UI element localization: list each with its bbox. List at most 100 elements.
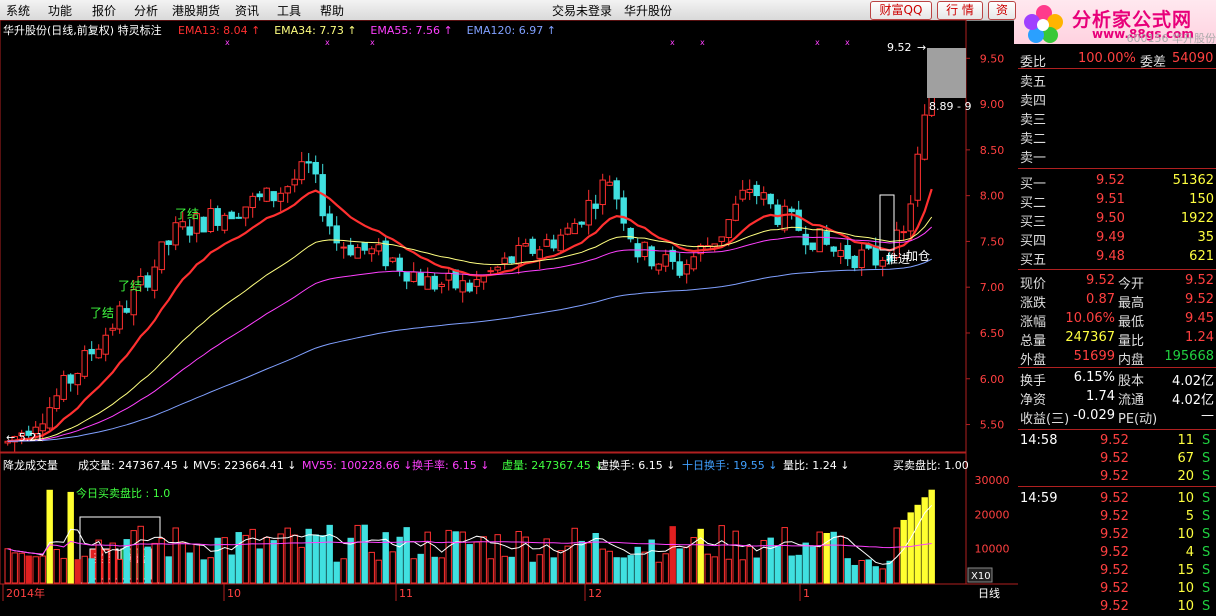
volume-bar — [137, 525, 144, 584]
menu-item-2[interactable]: 报价 — [92, 2, 116, 19]
volume-bar — [508, 556, 515, 584]
hangqing-button[interactable]: 行 情 — [937, 1, 983, 20]
volume-bar — [410, 558, 417, 584]
sell-label-3: 卖二 — [1020, 132, 1047, 147]
volume-bar — [620, 557, 627, 584]
buy-level-0: 买一 9.52 51362 — [1018, 172, 1216, 192]
stat-label-a: 涨幅 — [1020, 315, 1047, 330]
volume-bar — [606, 550, 613, 584]
candle-body — [508, 256, 515, 264]
stat-row-7: 收益(三) -0.029 PE(动) — — [1018, 407, 1216, 427]
candle-body — [249, 195, 256, 209]
tick-row-7: 9.52 15 S — [1018, 562, 1216, 580]
tick-row-6: 9.52 4 S — [1018, 544, 1216, 562]
candle-body — [788, 208, 795, 213]
candle-body — [130, 289, 137, 316]
stat-value-a: 9.52 — [1086, 273, 1115, 288]
volume-bar — [242, 534, 249, 584]
volume-bar — [459, 531, 466, 584]
volume-bar — [25, 555, 32, 584]
period-label[interactable]: 日线 — [978, 586, 1000, 600]
volume-bar — [837, 535, 844, 584]
menu-item-7[interactable]: 帮助 — [320, 2, 344, 19]
tick-volume: 10 — [1177, 527, 1194, 542]
volume-bar — [4, 548, 11, 584]
liaojie-annotation: 了结 — [118, 279, 142, 293]
zixun-button[interactable]: 资 — [988, 1, 1016, 20]
date-axis-label: 11 — [399, 587, 413, 600]
buy-level-4: 买五 9.48 621 — [1018, 248, 1216, 268]
candle-body — [312, 161, 319, 175]
stat-value-b: 195668 — [1164, 349, 1214, 364]
volume-bar — [557, 550, 564, 584]
date-axis-label: 1 — [803, 587, 810, 600]
candle-body — [431, 275, 438, 290]
volume-bar — [193, 543, 200, 584]
candle-body — [550, 239, 557, 249]
candle-body — [186, 226, 193, 236]
volume-bar — [865, 559, 872, 584]
menu-item-0[interactable]: 系统 — [6, 2, 30, 19]
stat-label-a: 收益(三) — [1020, 412, 1070, 427]
caifu-qq-button[interactable]: 财富QQ — [870, 1, 932, 20]
stat-value-a: 0.87 — [1086, 292, 1115, 307]
candle-body — [172, 222, 179, 246]
volume-bar — [375, 559, 382, 584]
signal-marker: x — [325, 38, 330, 47]
volume-bar — [333, 561, 340, 584]
volume-bar — [368, 551, 375, 584]
stat-value-b: 9.52 — [1185, 292, 1214, 307]
candle-body — [914, 153, 921, 201]
volume-bar — [739, 559, 746, 584]
candle-body — [830, 246, 837, 252]
volume-bar — [879, 568, 886, 584]
tick-volume: 11 — [1177, 433, 1194, 448]
volume-bar — [662, 553, 669, 584]
volume-value-6: 十日换手: 19.55 ↓ — [682, 458, 777, 472]
menu-item-3[interactable]: 分析 — [134, 2, 158, 19]
tick-row-3: 14:59 9.52 10 S — [1018, 490, 1216, 508]
volume-bar — [67, 491, 74, 584]
price-axis-label: 6.50 — [980, 327, 1005, 340]
stat-label-b: 量比 — [1118, 334, 1145, 349]
tick-row-1: 9.52 67 S — [1018, 450, 1216, 468]
buy-vol-3: 35 — [1197, 230, 1214, 245]
price-axis-label: 7.00 — [980, 281, 1005, 294]
menu-item-1[interactable]: 功能 — [48, 2, 72, 19]
volume-bar — [676, 548, 683, 584]
menu-item-6[interactable]: 工具 — [277, 2, 301, 19]
kline-chart[interactable]: 华升股份(日线,前复权) 特灵标注 EMA13: 8.04 ↑ EMA34: 7.7… — [0, 20, 1018, 601]
tick-price: 9.52 — [1100, 545, 1129, 560]
date-axis-label: 12 — [588, 587, 602, 600]
volume-bar — [277, 533, 284, 584]
volume-bar — [200, 559, 207, 584]
candle-body — [739, 189, 746, 200]
candle-body — [53, 395, 60, 410]
candle-body — [417, 272, 424, 286]
stat-value-b: 4.02亿 — [1172, 393, 1214, 408]
menu-item-4[interactable]: 港股期货 — [172, 2, 220, 19]
candle-body — [487, 270, 494, 273]
volume-bar — [116, 558, 123, 584]
tick-volume: 15 — [1177, 563, 1194, 578]
candle-body — [298, 161, 305, 181]
volume-bar — [599, 548, 606, 584]
volume-bar — [74, 559, 81, 584]
tick-volume: 10 — [1177, 599, 1194, 614]
tick-volume: 10 — [1177, 491, 1194, 506]
tick-side: S — [1202, 451, 1211, 466]
volume-axis-label: 10000 — [975, 543, 1010, 556]
ema-value-3: EMA120: 6.97 ↑ — [467, 24, 556, 37]
volume-bar — [270, 540, 277, 584]
candle-body — [67, 374, 74, 384]
volume-bar — [480, 536, 487, 584]
volume-bar — [550, 557, 557, 584]
stat-value-a: 1.74 — [1086, 389, 1115, 404]
candle-body — [816, 228, 823, 253]
buy-level-2: 买三 9.50 1922 — [1018, 210, 1216, 230]
volume-bar — [648, 539, 655, 584]
menu-item-5[interactable]: 资讯 — [235, 2, 259, 19]
candle-body — [326, 213, 333, 227]
candle-body — [165, 240, 172, 245]
stat-value-b: 4.02亿 — [1172, 374, 1214, 389]
